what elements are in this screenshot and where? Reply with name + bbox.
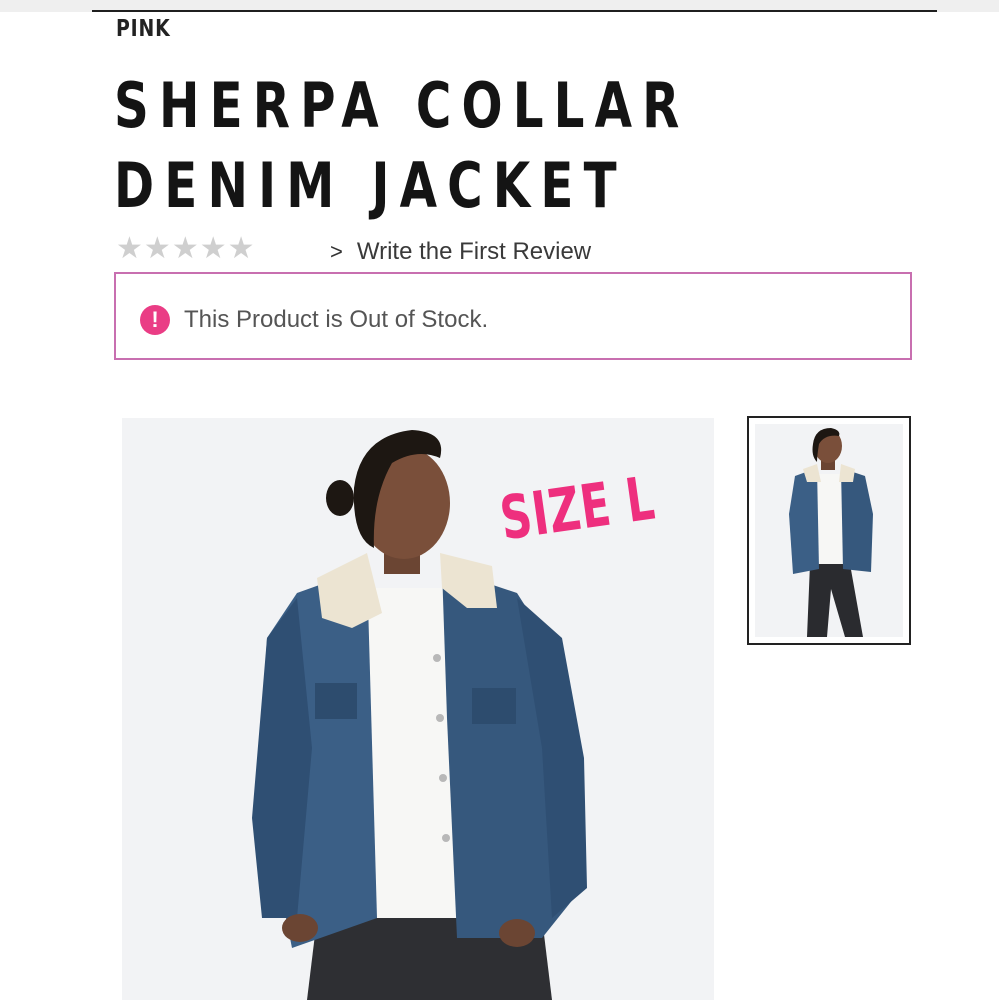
star-rating: ★ ★ ★ ★ ★ (116, 232, 256, 266)
star-icon: ★ (143, 232, 171, 265)
alert-icon: ! (140, 305, 170, 335)
out-of-stock-alert: ! This Product is Out of Stock. (114, 272, 912, 360)
write-review-label: Write the First Review (356, 238, 592, 265)
chevron-right-icon: > (330, 239, 343, 264)
alert-message: This Product is Out of Stock. (184, 306, 489, 333)
thumbnail-image (755, 424, 903, 637)
top-divider (92, 10, 937, 12)
product-title-line-1: SHERPA COLLAR (114, 69, 690, 142)
product-thumbnail[interactable] (747, 416, 911, 645)
brand-name: PINK (116, 16, 171, 42)
model-thumbnail-icon (755, 424, 903, 637)
star-icon: ★ (171, 232, 199, 265)
star-icon: ★ (227, 232, 255, 265)
product-title: SHERPA COLLAR DENIM JACKET (114, 66, 690, 226)
product-title-line-2: DENIM JACKET (114, 149, 627, 222)
write-review-link[interactable]: > Write the First Review (330, 238, 591, 266)
star-icon: ★ (116, 232, 143, 265)
star-icon: ★ (199, 232, 227, 265)
